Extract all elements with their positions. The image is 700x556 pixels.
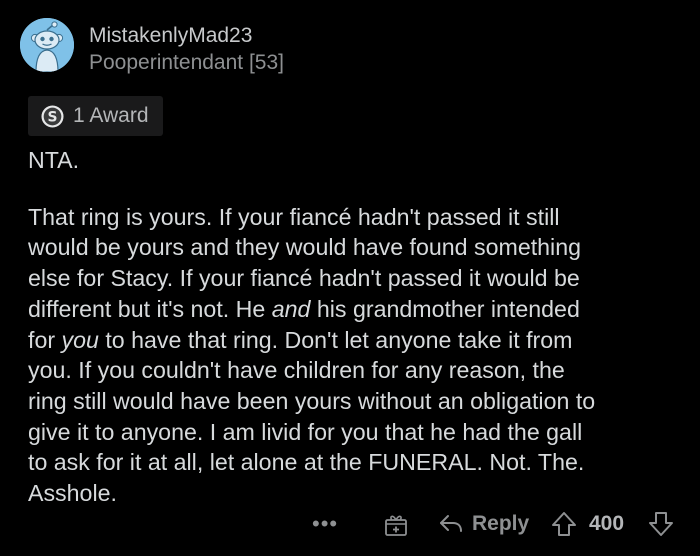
- more-options-icon: •••: [312, 511, 339, 536]
- comment-line: different but it's not. He and his grand…: [28, 294, 676, 325]
- comment-action-bar: ••• Reply 400: [0, 505, 700, 543]
- user-flair: Pooperintendant [53]: [89, 51, 284, 74]
- give-award-button[interactable]: [383, 505, 409, 543]
- comment-card: MistakenlyMad23 Pooperintendant [53] S 1…: [0, 0, 700, 556]
- emphasis-text: and: [271, 295, 311, 322]
- comment-line: else for Stacy. If your fiancé hadn't pa…: [28, 265, 580, 292]
- upvote-button[interactable]: [550, 505, 578, 543]
- downvote-button[interactable]: [647, 505, 675, 543]
- line-text: different but it's not. He: [28, 295, 272, 322]
- reddit-snoo-avatar-icon: [20, 18, 74, 72]
- svg-text:S: S: [48, 109, 58, 125]
- reply-label: Reply: [472, 512, 530, 535]
- line-text: for: [28, 326, 62, 353]
- username[interactable]: MistakenlyMad23: [89, 24, 252, 48]
- comment-line: That ring is yours. If your fiancé hadn'…: [28, 203, 560, 230]
- award-count: 1 Award: [73, 104, 149, 127]
- emphasis-text: you: [61, 326, 99, 353]
- vote-score: 400: [589, 512, 625, 535]
- comment-line: give it to anyone. I am livid for you th…: [28, 418, 583, 445]
- upvote-arrow-icon: [552, 512, 576, 536]
- comment-body: NTA. That ring is yours. If your fiancé …: [28, 145, 676, 509]
- downvote-arrow-icon: [649, 512, 673, 536]
- comment-line: to ask for it at all, let alone at the F…: [28, 449, 585, 476]
- award-badge[interactable]: S 1 Award: [28, 96, 163, 136]
- more-options-button[interactable]: •••: [312, 505, 338, 543]
- comment-paragraph-1: NTA.: [28, 147, 80, 173]
- comment-line: would be yours and they would have found…: [28, 234, 582, 261]
- comment-paragraph-2: That ring is yours. If your fiancé hadn'…: [28, 202, 676, 509]
- avatar[interactable]: [20, 18, 74, 72]
- silver-award-icon: S: [41, 104, 64, 128]
- comment-line: for you to have that ring. Don't let any…: [28, 325, 676, 356]
- reply-button[interactable]: Reply: [438, 505, 529, 543]
- reply-arrow-icon: [440, 515, 462, 532]
- line-text: to have that ring. Don't let anyone take…: [98, 326, 573, 353]
- comment-header: MistakenlyMad23 Pooperintendant [53]: [20, 18, 680, 78]
- give-award-icon: [385, 515, 407, 536]
- comment-line: you. If you couldn't have children for a…: [28, 357, 565, 384]
- comment-line: ring still would have been yours without…: [28, 387, 596, 414]
- line-text: his grandmother intended: [310, 295, 580, 322]
